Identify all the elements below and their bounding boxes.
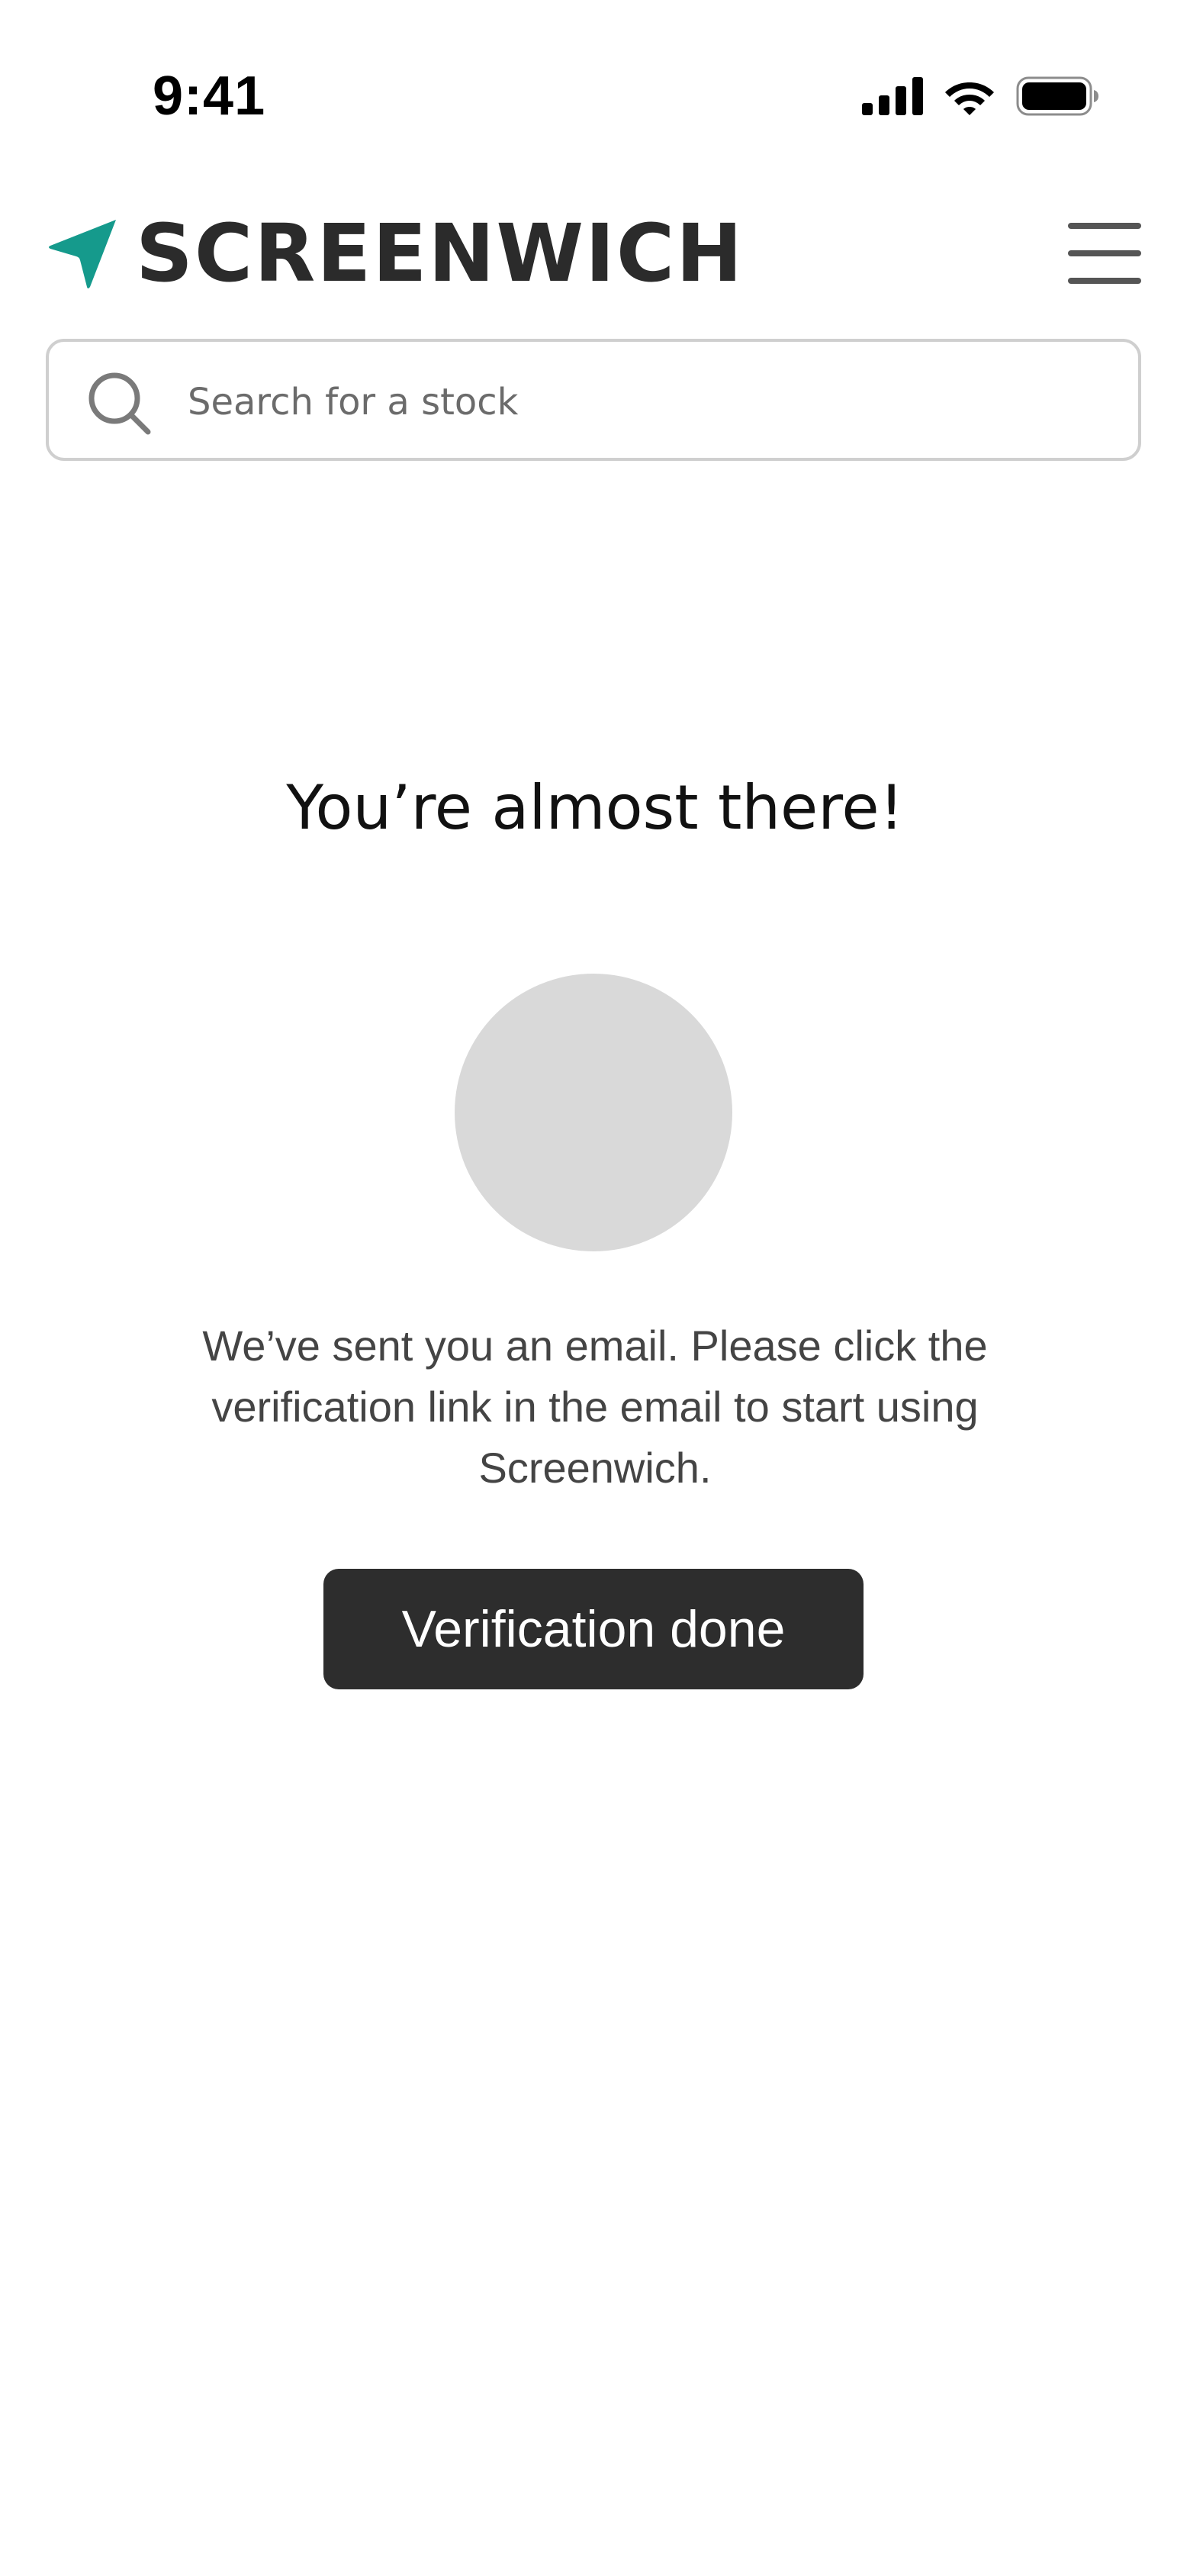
menu-bar bbox=[1068, 278, 1141, 284]
search-bar[interactable] bbox=[46, 339, 1141, 461]
search-icon bbox=[88, 372, 151, 435]
verification-done-button[interactable]: Verification done bbox=[323, 1569, 864, 1689]
wifi-icon bbox=[945, 82, 994, 115]
verification-page: 9:41 SCREENWICH Search for a stock You’r… bbox=[0, 0, 1190, 2576]
battery-icon bbox=[1016, 76, 1098, 116]
navigation-arrow-icon bbox=[49, 220, 116, 288]
menu-bar bbox=[1068, 223, 1141, 229]
search-input[interactable] bbox=[186, 365, 1105, 440]
brand-name[interactable]: SCREENWICH bbox=[136, 204, 744, 302]
menu-bar bbox=[1068, 250, 1141, 256]
page-title: You’re almost there! bbox=[286, 772, 904, 843]
status-icons bbox=[862, 73, 1100, 119]
status-time: 9:41 bbox=[153, 66, 266, 127]
illustration-placeholder bbox=[455, 974, 732, 1251]
verification-message: We’ve sent you an email. Please click th… bbox=[202, 1322, 988, 1492]
menu-button[interactable] bbox=[1068, 223, 1141, 284]
cellular-signal-icon bbox=[862, 77, 923, 115]
